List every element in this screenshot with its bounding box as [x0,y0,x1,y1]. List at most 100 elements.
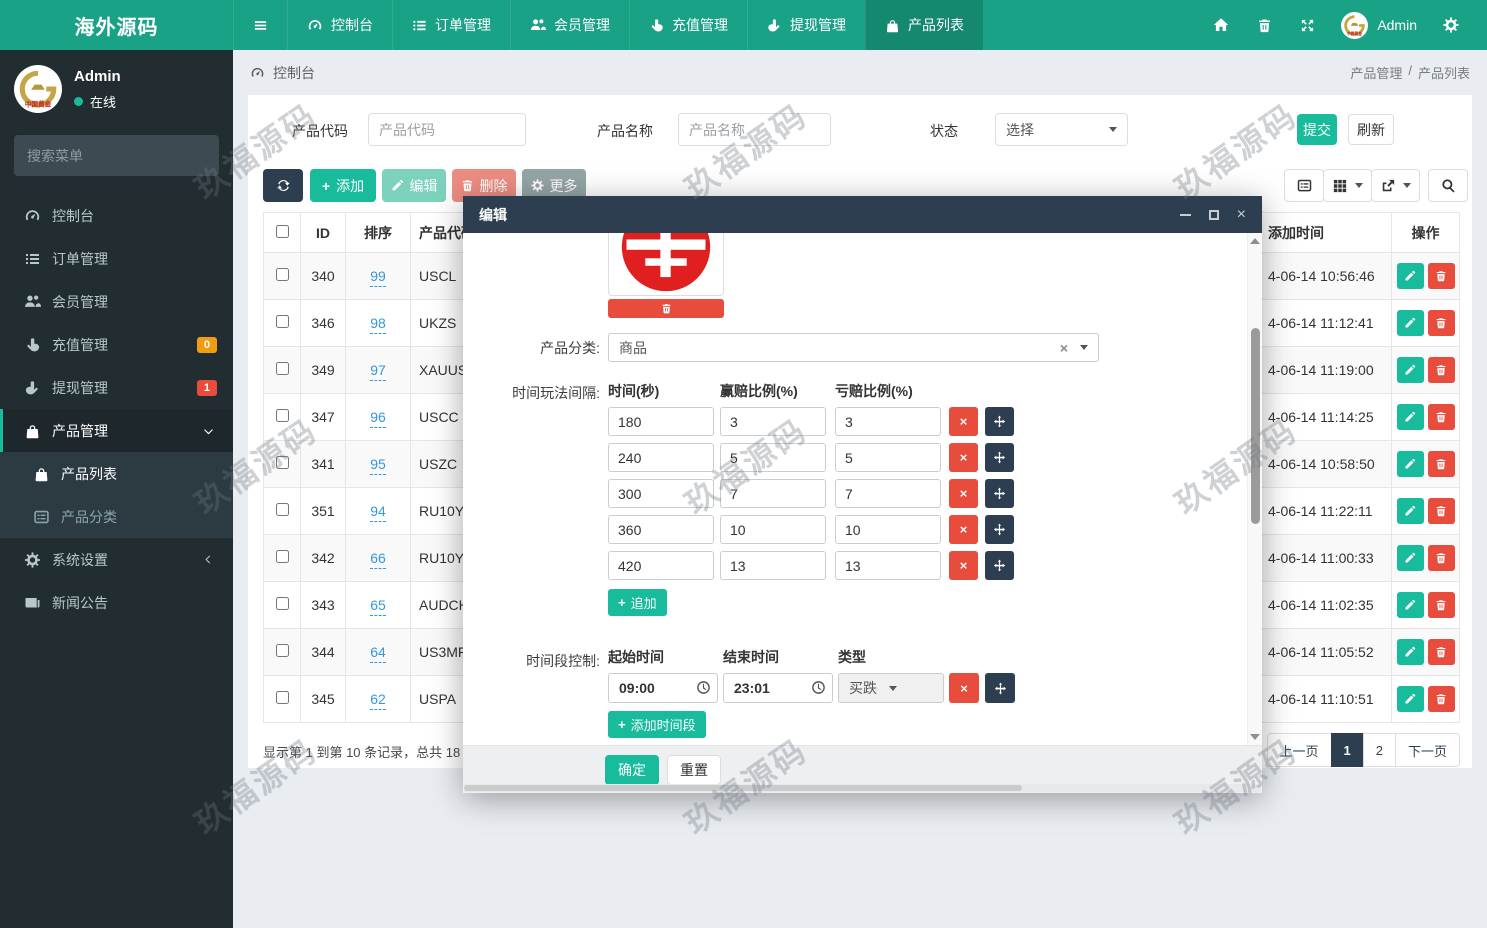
edit-button[interactable]: 编辑 [382,169,446,202]
clear-icon[interactable]: × [1060,340,1068,356]
toggle-pagination-button[interactable] [1284,169,1324,202]
sidebar-item-product-mgmt[interactable]: 产品管理 [0,409,233,452]
row-edit-button[interactable] [1396,545,1424,571]
row-delete-button[interactable] [1427,263,1455,289]
row-delete-button[interactable] [1427,686,1455,712]
user-menu[interactable]: Admin [1329,12,1429,39]
row-edit-button[interactable] [1396,263,1424,289]
page-2-button[interactable]: 2 [1362,733,1396,767]
row-edit-button[interactable] [1396,592,1424,618]
code-filter-input[interactable] [368,113,526,146]
row-delete-button[interactable] [1427,498,1455,524]
interval-move-button[interactable] [985,443,1014,472]
scroll-up-icon[interactable] [1250,238,1260,244]
row-checkbox[interactable] [275,409,289,422]
append-interval-button[interactable]: + 追加 [608,589,667,616]
interval-lose-input[interactable] [835,515,941,544]
brand-logo[interactable]: 海外源码 [0,0,233,50]
nav-item-recharge[interactable]: 充值管理 [629,0,747,50]
row-edit-button[interactable] [1396,639,1424,665]
minimize-icon[interactable] [1179,213,1191,216]
row-delete-button[interactable] [1427,404,1455,430]
sidebar-item-orders[interactable]: 订单管理 [0,237,233,280]
row-checkbox[interactable] [275,268,289,281]
nav-item-products[interactable]: 产品列表 [865,0,983,50]
interval-move-button[interactable] [985,407,1014,436]
settings-button[interactable] [1429,0,1473,50]
interval-lose-input[interactable] [835,443,941,472]
fullscreen-button[interactable] [1286,0,1329,50]
prev-page-button[interactable]: 上一页 [1266,733,1332,767]
sidebar-item-withdraw[interactable]: 提现管理 1 [0,366,233,409]
interval-win-input[interactable] [720,551,826,580]
image-delete-button[interactable] [608,299,724,318]
scrollbar-thumb[interactable] [1251,328,1260,524]
row-edit-button[interactable] [1396,310,1424,336]
row-checkbox[interactable] [275,691,289,704]
interval-move-button[interactable] [985,515,1014,544]
confirm-button[interactable]: 确定 [605,754,659,785]
interval-move-button[interactable] [985,551,1014,580]
sidebar-item-recharge[interactable]: 充值管理 0 [0,323,233,366]
add-button[interactable]: + 添加 [310,169,376,202]
interval-time-input[interactable] [608,551,714,580]
export-button[interactable] [1371,169,1420,202]
select-all-checkbox[interactable] [275,224,289,238]
nav-item-members[interactable]: 会员管理 [510,0,629,50]
row-edit-button[interactable] [1396,498,1424,524]
sort-editable-link[interactable]: 62 [370,691,386,710]
row-delete-button[interactable] [1427,639,1455,665]
interval-remove-button[interactable]: × [949,443,978,472]
clock-icon[interactable] [696,680,711,695]
row-edit-button[interactable] [1396,404,1424,430]
clear-cache-button[interactable] [1243,0,1286,50]
refresh-button[interactable]: 刷新 [1348,114,1394,145]
interval-lose-input[interactable] [835,479,941,508]
sort-editable-link[interactable]: 64 [370,644,386,663]
scroll-down-icon[interactable] [1250,734,1260,740]
interval-remove-button[interactable]: × [949,407,978,436]
interval-win-input[interactable] [720,479,826,508]
add-period-button[interactable]: + 添加时间段 [608,711,706,738]
interval-lose-input[interactable] [835,551,941,580]
maximize-icon[interactable] [1208,209,1219,220]
row-delete-button[interactable] [1427,310,1455,336]
row-checkbox[interactable] [275,550,289,563]
row-checkbox[interactable] [275,597,289,610]
interval-win-input[interactable] [720,407,826,436]
row-edit-button[interactable] [1396,357,1424,383]
row-delete-button[interactable] [1427,451,1455,477]
row-edit-button[interactable] [1396,686,1424,712]
sort-editable-link[interactable]: 96 [370,409,386,428]
row-edit-button[interactable] [1396,451,1424,477]
row-checkbox[interactable] [275,503,289,516]
modal-hscrollbar[interactable] [464,784,1261,792]
category-select[interactable]: 商品 × [608,333,1099,362]
interval-lose-input[interactable] [835,407,941,436]
interval-win-input[interactable] [720,515,826,544]
row-checkbox[interactable] [275,644,289,657]
reset-button[interactable]: 重置 [667,754,721,785]
col-header-id[interactable]: ID [300,212,346,253]
sidebar-item-dashboard[interactable]: 控制台 [0,194,233,237]
interval-time-input[interactable] [608,443,714,472]
close-icon[interactable]: × [1237,206,1246,223]
sidebar-item-news[interactable]: 新闻公告 [0,581,233,624]
sidebar-toggle-button[interactable] [233,0,287,50]
sidebar-item-product-category[interactable]: 产品分类 [0,495,233,538]
col-header-sort[interactable]: 排序 [345,212,411,253]
sort-editable-link[interactable]: 66 [370,550,386,569]
interval-time-input[interactable] [608,479,714,508]
home-button[interactable] [1199,0,1243,50]
sidebar-item-product-list[interactable]: 产品列表 [0,452,233,495]
columns-button[interactable] [1323,169,1372,202]
sort-editable-link[interactable]: 99 [370,268,386,287]
status-select[interactable]: 选择 [995,113,1128,146]
row-delete-button[interactable] [1427,357,1455,383]
hscrollbar-thumb[interactable] [464,785,1022,791]
next-page-button[interactable]: 下一页 [1394,733,1460,767]
sort-editable-link[interactable]: 95 [370,456,386,475]
nav-item-withdraw[interactable]: 提现管理 [747,0,865,50]
sort-editable-link[interactable]: 97 [370,362,386,381]
period-type-select[interactable]: 买跌 [838,673,944,703]
